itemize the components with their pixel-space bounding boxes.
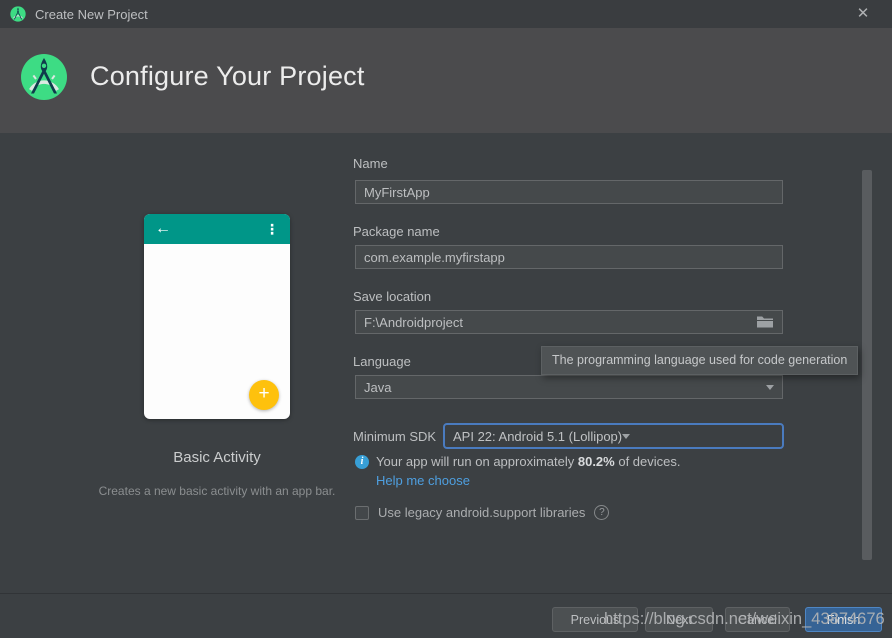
language-value: Java <box>364 379 392 395</box>
language-label: Language <box>353 354 411 369</box>
fab-plus-icon: + <box>249 380 279 410</box>
help-me-choose-link[interactable]: Help me choose <box>376 473 470 488</box>
min-sdk-label: Minimum SDK <box>353 429 437 444</box>
sdk-info-percent: 80.2% <box>577 454 615 469</box>
info-icon: i <box>355 454 369 469</box>
save-location-input[interactable]: F:\Androidproject <box>355 310 783 334</box>
folder-browse-icon[interactable] <box>756 315 774 329</box>
save-location-label: Save location <box>353 289 432 304</box>
create-new-project-dialog: Create New Project ✕ Configure Your Proj… <box>0 0 892 638</box>
name-value: MyFirstApp <box>364 184 430 200</box>
sdk-info-row: i Your app will run on approximately 80.… <box>355 454 681 469</box>
window-title: Create New Project <box>35 6 148 22</box>
package-name-input[interactable]: com.example.myfirstapp <box>355 245 783 269</box>
android-studio-icon <box>10 6 26 22</box>
preview-app-bar: ← ⋮ <box>144 214 290 244</box>
next-button[interactable]: Next <box>645 607 713 632</box>
package-name-label: Package name <box>353 224 440 239</box>
min-sdk-dropdown[interactable]: API 22: Android 5.1 (Lollipop) <box>443 423 784 449</box>
legacy-support-row: Use legacy android.support libraries ? <box>355 505 610 520</box>
previous-button[interactable]: Previous <box>552 607 638 632</box>
help-question-icon[interactable]: ? <box>594 505 610 520</box>
sdk-info-suffix: of devices. <box>614 454 681 469</box>
language-tooltip: The programming language used for code g… <box>541 346 859 375</box>
finish-button[interactable]: Finish <box>805 607 882 632</box>
legacy-support-label: Use legacy android.support libraries <box>378 505 586 520</box>
page-title: Configure Your Project <box>90 61 365 91</box>
wizard-header: Configure Your Project <box>0 28 892 133</box>
overflow-menu-icon: ⋮ <box>265 221 279 237</box>
language-dropdown[interactable]: Java <box>355 375 783 399</box>
name-label: Name <box>353 156 388 171</box>
sdk-info-text: Your app will run on approximately <box>376 454 578 469</box>
template-name: Basic Activity <box>173 449 261 466</box>
titlebar: Create New Project ✕ <box>0 0 892 28</box>
legacy-support-checkbox[interactable] <box>355 505 369 520</box>
vertical-scrollbar-thumb[interactable] <box>862 170 872 560</box>
min-sdk-value: API 22: Android 5.1 (Lollipop) <box>453 428 623 444</box>
activity-preview: ← ⋮ + <box>144 214 290 419</box>
save-location-value: F:\Androidproject <box>364 314 463 330</box>
package-name-value: com.example.myfirstapp <box>364 249 505 265</box>
chevron-down-icon <box>622 433 631 439</box>
name-input[interactable]: MyFirstApp <box>355 180 783 204</box>
cancel-button[interactable]: Cancel <box>725 607 790 632</box>
template-description: Creates a new basic activity with an app… <box>98 484 336 498</box>
back-arrow-icon: ← <box>155 220 171 237</box>
footer-divider <box>0 593 892 594</box>
android-studio-logo <box>21 54 67 100</box>
close-icon[interactable]: ✕ <box>852 3 874 25</box>
chevron-down-icon <box>766 384 774 390</box>
